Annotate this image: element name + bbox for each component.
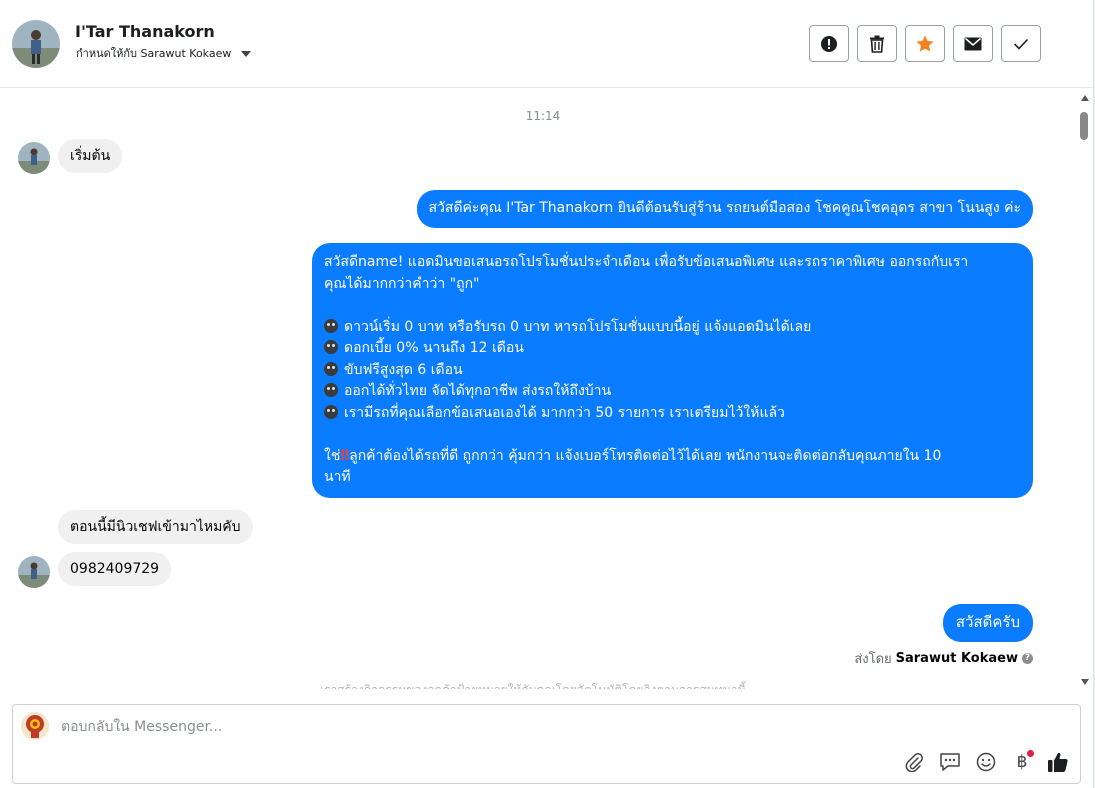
emoji-icon <box>976 752 996 772</box>
promo-bullet: เรามีรถที่คุณเลือกข้อเสนอเองได้ มากกว่า … <box>324 403 1021 425</box>
promo-bullet: ดาวน์เริ่ม 0 บาท หรือรับรถ 0 บาท หารถโปร… <box>324 317 1021 339</box>
attach-button[interactable] <box>902 750 926 774</box>
composer-tools: ฿ <box>902 750 1070 774</box>
mark-spam-button[interactable] <box>809 25 849 62</box>
contact-mini-avatar <box>18 142 50 174</box>
mark-unread-button[interactable] <box>953 25 993 62</box>
face-emoji-icon <box>324 340 338 354</box>
baht-payment-icon: ฿ <box>1016 752 1028 772</box>
trash-icon <box>870 35 884 53</box>
like-button[interactable] <box>1046 750 1070 774</box>
incoming-message[interactable]: ตอนนี้มีนิวเชฟเข้ามาไหมคับ <box>58 510 253 544</box>
double-exclamation-icon: ‼ <box>340 447 350 464</box>
avatar-image <box>18 556 50 588</box>
reply-composer: ฿ <box>12 704 1081 784</box>
incoming-message[interactable]: 0982409729 <box>58 552 172 586</box>
promo-line: คุณได้มากกว่าคำว่า "ถูก" <box>324 275 480 292</box>
promo-bullet: ดอกเบี้ย 0% นานถึง 12 เดือน <box>324 338 1021 360</box>
outgoing-promo-message[interactable]: สวัสดีname! แอดมินขอเสนอรถโปรโมชั่นประจำ… <box>312 243 1033 498</box>
promo-spacer <box>324 295 1021 317</box>
promo-bullet: ออกได้ทั่วไทย จัดได้ทุกอาชีพ ส่งรถให้ถึง… <box>324 381 1021 403</box>
contact-mini-avatar <box>18 556 50 588</box>
assignee-dropdown[interactable]: กำหนดให้กับ Sarawut Kokaew <box>76 44 252 62</box>
promo-bullet: ขับฟรีสูงสุด 6 เดือน <box>324 360 1021 382</box>
payment-button[interactable]: ฿ <box>1010 750 1034 774</box>
promo-closing: ใช่‼ลูกค้าต้องได้รถที่ดี ถูกกว่า คุ้มกว่… <box>324 447 942 464</box>
paperclip-icon <box>905 753 923 772</box>
emoji-button[interactable] <box>974 750 998 774</box>
contact-name: I'Tar Thanakorn <box>75 22 215 41</box>
saved-reply-icon <box>940 753 960 771</box>
header-actions <box>809 25 1041 62</box>
page-avatar <box>21 712 49 740</box>
saved-reply-button[interactable] <box>938 750 962 774</box>
avatar-image <box>18 142 50 174</box>
delete-button[interactable] <box>857 25 897 62</box>
conversation-header: I'Tar Thanakorn กำหนดให้กับ Sarawut Koka… <box>0 0 1095 88</box>
thread-scrollbar[interactable] <box>1079 95 1091 685</box>
message-timestamp: 11:14 <box>525 109 561 123</box>
scroll-down-arrow-icon[interactable] <box>1081 679 1089 685</box>
notification-dot <box>1027 750 1034 757</box>
contact-avatar-image <box>12 20 60 68</box>
contact-avatar[interactable] <box>12 20 60 68</box>
face-emoji-icon <box>324 318 338 333</box>
help-icon[interactable]: ? <box>1022 653 1033 664</box>
alert-circle-icon <box>821 35 837 52</box>
star-icon <box>916 35 934 52</box>
sender-name: Sarawut Kokaew <box>895 651 1018 666</box>
incoming-message[interactable]: เริ่มต้น <box>58 139 123 173</box>
chevron-down-icon <box>241 51 252 57</box>
system-note: เราสร้างกิจกรรมของลูกค้าป้ายหมายให้กับคุ… <box>0 681 1066 689</box>
face-emoji-icon <box>324 361 338 376</box>
promo-closing: นาที <box>324 469 351 485</box>
reply-input[interactable] <box>61 716 861 738</box>
page-logo-icon <box>21 712 49 740</box>
outgoing-message[interactable]: สวัสดีค่ะคุณ I'Tar Thanakorn ยินดีต้อนรั… <box>416 190 1033 228</box>
scroll-thumb[interactable] <box>1080 112 1088 140</box>
message-thread[interactable]: 11:14 เริ่มต้น สวัสดีค่ะคุณ I'Tar Thanak… <box>0 89 1080 689</box>
outgoing-message[interactable]: สวัสดีครับ <box>942 604 1033 642</box>
face-emoji-icon <box>324 383 338 397</box>
thumbs-up-icon <box>1048 752 1068 772</box>
envelope-icon <box>964 37 982 50</box>
star-button[interactable] <box>905 25 945 62</box>
check-icon <box>1013 38 1029 50</box>
face-emoji-icon <box>324 404 338 419</box>
scroll-up-arrow-icon[interactable] <box>1081 95 1089 101</box>
sent-by-label: ส่งโดย Sarawut Kokaew ? <box>854 648 1033 669</box>
assignee-label: กำหนดให้กับ Sarawut Kokaew <box>76 47 232 60</box>
promo-spacer <box>324 424 1021 446</box>
mark-done-button[interactable] <box>1001 25 1041 62</box>
promo-line: สวัสดีname! แอดมินขอเสนอรถโปรโมชั่นประจำ… <box>324 254 969 270</box>
